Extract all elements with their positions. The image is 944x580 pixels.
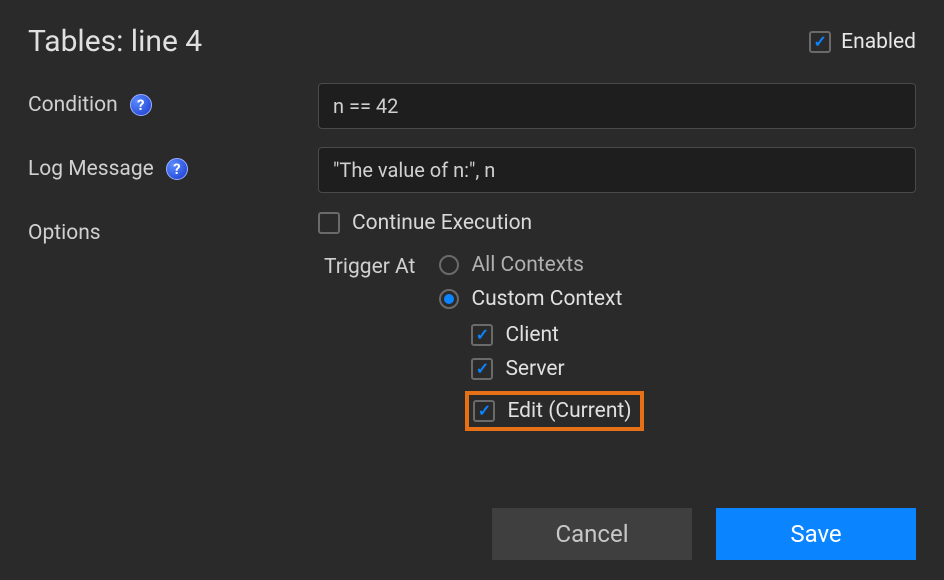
context-edit[interactable]: Edit (Current) bbox=[473, 399, 631, 423]
radio-all-contexts-label: All Contexts bbox=[471, 253, 584, 277]
continue-execution-checkbox[interactable] bbox=[318, 212, 340, 234]
dialog-title: Tables: line 4 bbox=[28, 24, 202, 59]
context-edit-label: Edit (Current) bbox=[507, 399, 631, 423]
options-label: Options bbox=[28, 221, 101, 245]
radio-icon bbox=[439, 289, 459, 309]
radio-all-contexts[interactable]: All Contexts bbox=[439, 253, 643, 277]
help-icon[interactable]: ? bbox=[130, 94, 152, 116]
radio-icon bbox=[439, 255, 459, 275]
enabled-toggle[interactable]: Enabled bbox=[809, 30, 916, 54]
context-edit-checkbox[interactable] bbox=[473, 400, 495, 422]
enabled-label: Enabled bbox=[841, 30, 916, 54]
continue-execution-label: Continue Execution bbox=[352, 211, 532, 235]
context-client-label: Client bbox=[505, 323, 558, 347]
cancel-button[interactable]: Cancel bbox=[492, 508, 692, 560]
context-server-label: Server bbox=[505, 357, 564, 381]
context-server-checkbox[interactable] bbox=[471, 358, 493, 380]
log-message-input[interactable] bbox=[318, 147, 916, 193]
log-message-label: Log Message bbox=[28, 157, 154, 181]
radio-custom-context-label: Custom Context bbox=[471, 287, 622, 311]
highlight-annotation: Edit (Current) bbox=[465, 391, 643, 431]
radio-custom-context[interactable]: Custom Context bbox=[439, 287, 643, 311]
enabled-checkbox[interactable] bbox=[809, 31, 831, 53]
condition-input[interactable] bbox=[318, 83, 916, 129]
save-button[interactable]: Save bbox=[716, 508, 916, 560]
continue-execution-option[interactable]: Continue Execution bbox=[318, 211, 916, 235]
help-icon[interactable]: ? bbox=[166, 158, 188, 180]
trigger-at-label: Trigger At bbox=[324, 253, 415, 279]
condition-label: Condition bbox=[28, 93, 118, 117]
context-server[interactable]: Server bbox=[471, 357, 643, 381]
context-client-checkbox[interactable] bbox=[471, 324, 493, 346]
context-client[interactable]: Client bbox=[471, 323, 643, 347]
